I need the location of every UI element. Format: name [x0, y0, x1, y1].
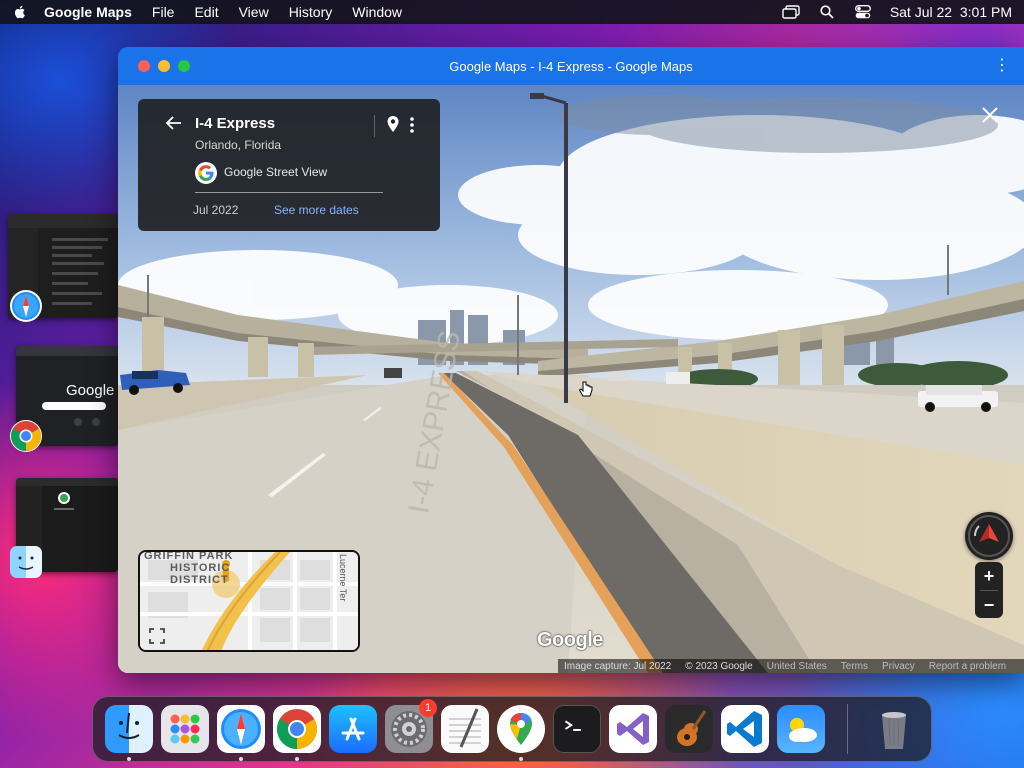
dock-google-maps[interactable] [497, 705, 545, 761]
card-divider-vertical [374, 115, 375, 137]
dock-trash[interactable] [870, 705, 918, 753]
menu-window[interactable]: Window [352, 4, 402, 20]
menu-clock[interactable]: Sat Jul 22 3:01 PM [890, 4, 1012, 20]
more-options-icon[interactable] [408, 116, 416, 134]
menu-edit[interactable]: Edit [194, 4, 218, 20]
dock: 1 [92, 696, 932, 762]
google-maps-icon [510, 713, 532, 745]
minimap-street-label: Lucerne Ter [338, 554, 348, 602]
back-arrow-icon[interactable] [164, 113, 184, 133]
location-subtitle: Orlando, Florida [195, 138, 282, 152]
street-view-source: Google Street View [224, 165, 328, 179]
expand-map-icon[interactable] [148, 627, 166, 645]
zoom-out-button[interactable]: − [975, 591, 1003, 619]
terms-link[interactable]: Terms [841, 661, 868, 672]
dock-vscode[interactable] [721, 705, 769, 753]
safari-icon [221, 709, 261, 749]
safari-thumb-icon [10, 290, 42, 322]
chrome-icon [277, 709, 317, 749]
menu-history[interactable]: History [289, 4, 333, 20]
menu-bar: Google Maps File Edit View History Windo… [0, 0, 1024, 24]
google-watermark: Google [537, 629, 603, 651]
privacy-link[interactable]: Privacy [882, 661, 915, 672]
menu-app-name[interactable]: Google Maps [44, 4, 132, 20]
dock-launchpad[interactable] [161, 705, 209, 753]
dock-app-store[interactable] [329, 705, 377, 753]
country-link[interactable]: United States [767, 661, 827, 672]
textedit-icon [449, 708, 481, 748]
menu-file[interactable]: File [152, 4, 175, 20]
terminal-icon [564, 720, 581, 731]
minimap-district-line2: HISTORIC [170, 562, 231, 574]
street-view-footer: Image capture: Jul 2022 © 2023 Google Un… [558, 659, 1024, 673]
map-pin-icon[interactable] [386, 115, 400, 133]
location-title: I-4 Express [195, 115, 276, 132]
image-capture-date: Image capture: Jul 2022 [564, 660, 672, 672]
dock-running-indicator [519, 757, 523, 761]
control-center-icon[interactable] [854, 4, 872, 20]
notification-badge: 1 [419, 699, 437, 717]
compass-button[interactable] [965, 512, 1013, 560]
see-more-dates-link[interactable]: See more dates [274, 203, 359, 217]
window-menu-icon[interactable]: ⋮ [994, 58, 1010, 74]
google-g-icon [195, 162, 217, 184]
menu-view[interactable]: View [239, 4, 269, 20]
chrome-thumb-icon [10, 420, 42, 452]
close-street-view-icon[interactable] [980, 105, 1000, 125]
card-divider-horizontal [195, 192, 383, 193]
dock-visual-studio[interactable] [609, 705, 657, 753]
hand-cursor-icon [578, 381, 593, 397]
minimap-district-line3: DISTRICT [170, 574, 229, 586]
dock-chrome[interactable] [273, 705, 321, 761]
trash-icon [882, 712, 906, 749]
weather-icon [789, 718, 817, 742]
location-info-card: I-4 Express Orlando, Florida Google Stre… [138, 99, 440, 231]
maps-window: Google Maps - I-4 Express - Google Maps … [118, 47, 1024, 673]
dock-safari[interactable] [217, 705, 265, 761]
dock-textedit[interactable] [441, 705, 489, 753]
dock-running-indicator [295, 757, 299, 761]
copyright-text: © 2023 Google [685, 660, 753, 672]
visual-studio-icon [617, 713, 649, 745]
minimap-district-line1: GRIFFIN PARK [144, 550, 234, 562]
capture-date: Jul 2022 [193, 203, 239, 217]
window-maximize-button[interactable] [178, 60, 190, 72]
dock-weather[interactable] [777, 705, 825, 753]
dock-terminal[interactable] [553, 705, 601, 753]
window-minimize-button[interactable] [158, 60, 170, 72]
app-store-icon [341, 717, 365, 741]
zoom-control: + − [975, 562, 1003, 618]
mini-map[interactable]: GRIFFIN PARK HISTORIC DISTRICT Lucerne T… [138, 550, 360, 652]
window-title: Google Maps - I-4 Express - Google Maps [449, 58, 693, 74]
apple-menu-icon[interactable] [12, 4, 28, 20]
launchpad-icon [170, 714, 200, 744]
finder-icon [118, 712, 140, 739]
window-titlebar[interactable]: Google Maps - I-4 Express - Google Maps … [118, 47, 1024, 85]
vscode-icon [727, 711, 762, 747]
dock-finder[interactable] [105, 705, 153, 761]
window-close-button[interactable] [138, 60, 150, 72]
dock-running-indicator [239, 757, 243, 761]
zoom-in-button[interactable]: + [975, 562, 1003, 590]
dock-separator [847, 704, 848, 754]
finder-dock-icon-left[interactable] [10, 546, 42, 578]
dock-garageband[interactable] [665, 705, 713, 753]
spotlight-search-icon[interactable] [818, 4, 836, 20]
dock-system-settings[interactable]: 1 [385, 699, 437, 753]
screen-mirroring-icon[interactable] [782, 4, 800, 20]
street-view-panorama[interactable]: I-4 EXPRESS I-4 Express Orlando, Florida… [118, 85, 1024, 673]
dock-running-indicator [127, 757, 131, 761]
guitar-icon [677, 710, 707, 746]
google-home-logo: Google [66, 382, 115, 399]
report-problem-link[interactable]: Report a problem [929, 661, 1006, 672]
